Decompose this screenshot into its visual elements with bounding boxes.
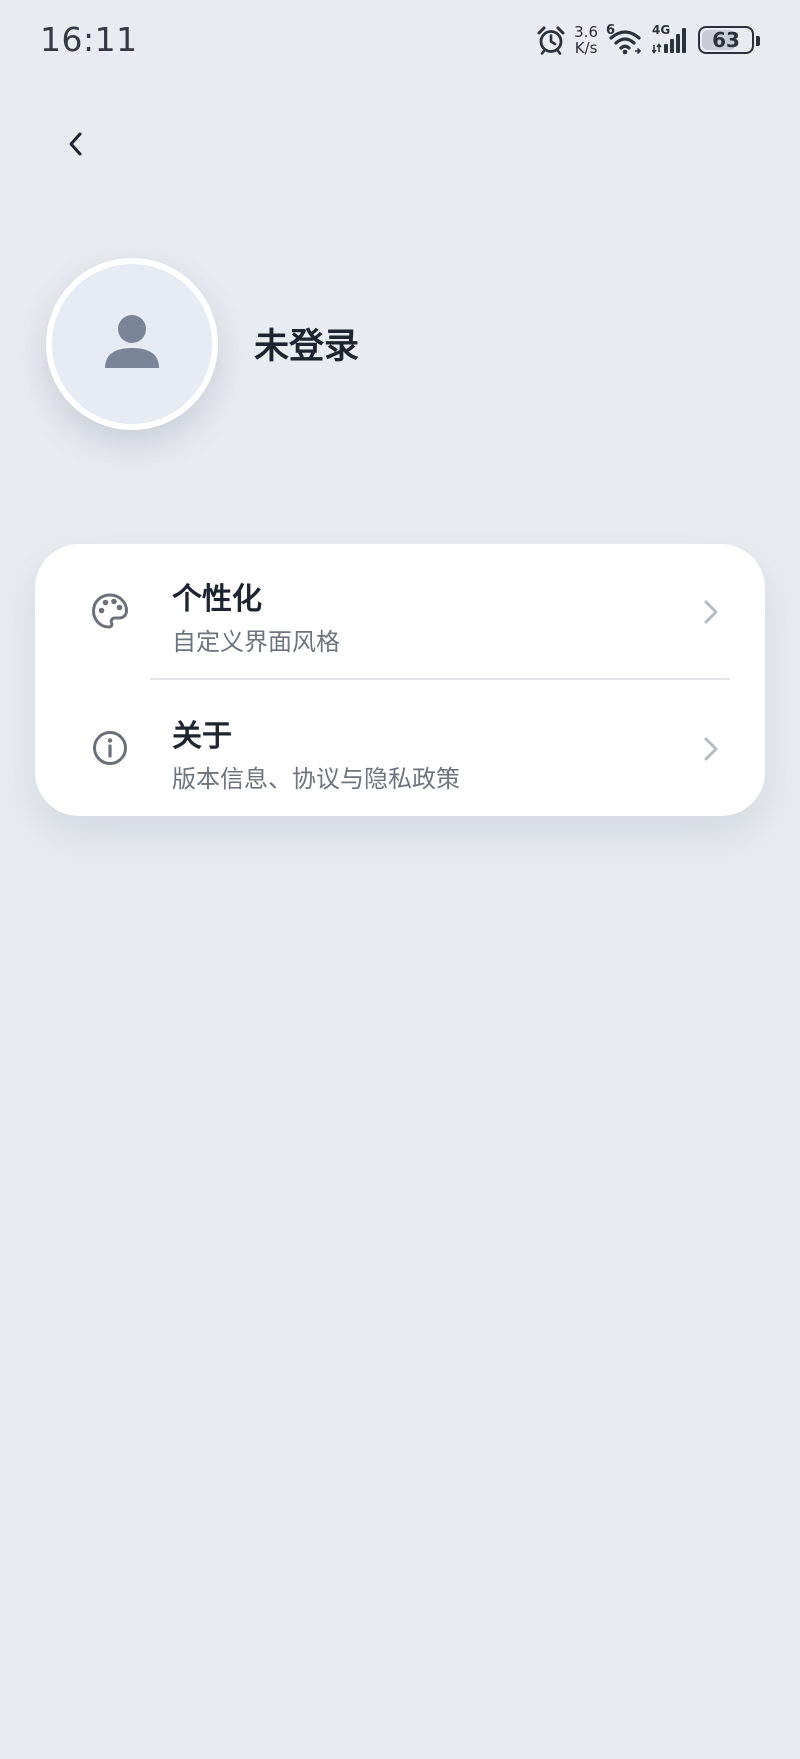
back-button[interactable] <box>48 118 104 174</box>
network-speed-unit: K/s <box>574 39 598 57</box>
chevron-right-icon <box>697 597 725 627</box>
cellular-label: 4G <box>652 23 671 37</box>
chevron-left-icon <box>64 130 88 162</box>
menu-item-title: 个性化 <box>172 582 262 617</box>
status-bar: 16:11 3.6 K/s 6 4G 63 <box>0 0 800 80</box>
alarm-icon <box>536 25 566 55</box>
palette-icon <box>86 587 134 635</box>
menu-item-about[interactable]: 关于 版本信息、协议与隐私政策 <box>35 681 765 816</box>
menu-item-personalization[interactable]: 个性化 自定义界面风格 <box>35 544 765 679</box>
menu-item-subtitle: 版本信息、协议与隐私政策 <box>172 765 460 793</box>
status-icons: 3.6 K/s 6 4G 63 <box>536 22 760 58</box>
cellular-signal-icon: 4G <box>652 23 690 55</box>
avatar[interactable] <box>46 258 218 430</box>
status-time: 16:11 <box>40 20 138 59</box>
battery-cap <box>756 36 760 46</box>
wifi-label: 6 <box>606 23 616 38</box>
person-icon <box>102 312 162 376</box>
chevron-right-icon <box>697 734 725 764</box>
battery-level: 63 <box>712 28 740 52</box>
menu-item-subtitle: 自定义界面风格 <box>172 628 340 656</box>
username[interactable]: 未登录 <box>254 318 359 369</box>
menu-item-title: 关于 <box>172 719 232 754</box>
info-icon <box>86 724 134 772</box>
wifi-icon: 6 <box>606 23 644 55</box>
settings-card: 个性化 自定义界面风格 关于 版本信息、协议与隐私政策 <box>35 544 765 816</box>
network-speed-value: 3.6 <box>574 23 598 41</box>
menu-divider <box>150 678 730 680</box>
battery-icon: 63 <box>698 26 760 54</box>
network-speed: 3.6 K/s <box>574 24 598 56</box>
